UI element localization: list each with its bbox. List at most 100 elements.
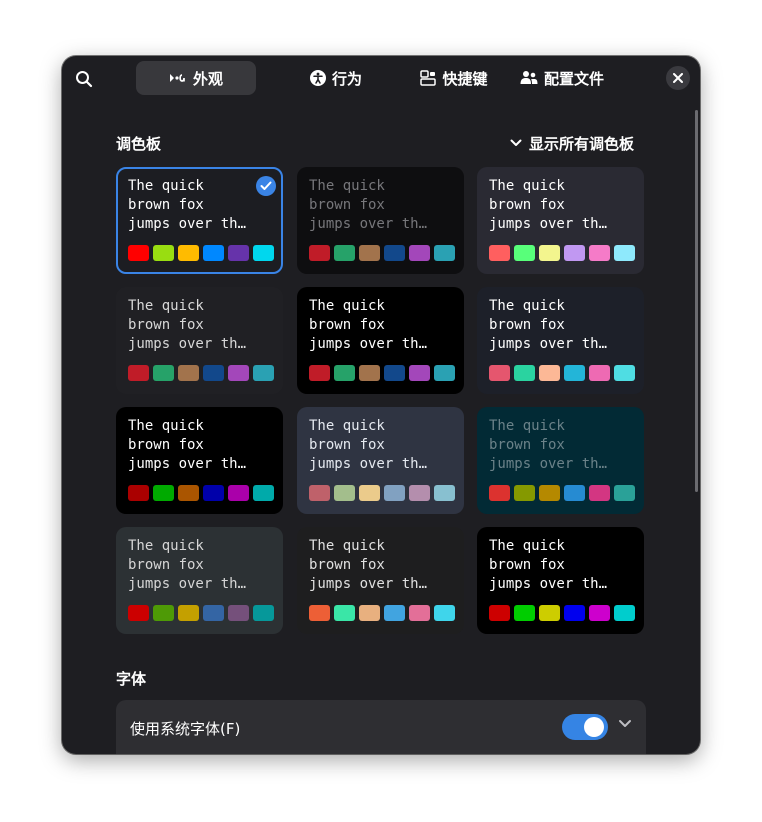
sample-text-line: brown fox [128,317,204,333]
palette-swatches [128,605,274,621]
palette-swatches [309,485,455,501]
scrollbar[interactable] [695,110,698,492]
color-swatch [253,485,274,501]
palette-card[interactable]: The quick brown fox jumps over th… [477,287,644,394]
palette-card[interactable]: The quick brown fox jumps over th… [477,407,644,514]
color-swatch [489,365,510,381]
sample-text-line: jumps over th… [309,456,428,472]
palette-card[interactable]: The quick brown fox jumps over th… [297,287,464,394]
sample-text-line: The quick [309,418,385,434]
switch-knob [584,717,604,737]
color-swatch [153,605,174,621]
palette-sample-text: The quick brown fox jumps over th… [309,177,459,234]
sample-text-line: brown fox [489,557,565,573]
color-swatch [539,365,560,381]
color-swatch [514,245,535,261]
color-swatch [153,245,174,261]
sample-text-line: The quick [309,298,385,314]
tab-appearance-label: 外观 [192,69,223,88]
accessibility-icon [309,70,326,86]
palette-card[interactable]: The quick brown fox jumps over th… [477,167,644,274]
color-swatch [384,365,405,381]
tab-appearance[interactable]: 外观 [136,61,256,95]
sample-text-line: brown fox [489,317,565,333]
color-swatch [253,605,274,621]
palette-card[interactable]: The quick brown fox jumps over th… [116,407,283,514]
header-bar: 外观 行为 快捷键 配置文件 [62,56,700,102]
color-swatch [564,245,585,261]
color-swatch [128,605,149,621]
palette-sample-text: The quick brown fox jumps over th… [489,417,639,474]
color-swatch [153,365,174,381]
palette-card[interactable]: The quick brown fox jumps over th… [477,527,644,634]
palette-card[interactable]: The quick brown fox jumps over th… [297,527,464,634]
palette-card[interactable]: The quick brown fox jumps over th… [116,527,283,634]
sample-text-line: The quick [489,298,565,314]
color-swatch [614,605,635,621]
sample-text-line: The quick [309,178,385,194]
color-swatch [589,365,610,381]
palette-card[interactable]: The quick brown fox jumps over th… [297,167,464,274]
palette-card[interactable]: The quick brown fox jumps over th… [116,287,283,394]
tab-shortcuts-label: 快捷键 [442,69,488,88]
use-system-font-switch[interactable] [562,714,608,740]
color-swatch [409,605,430,621]
use-system-font-row[interactable]: 使用系统字体(F) [116,700,646,754]
palette-sample-text: The quick brown fox jumps over th… [309,537,459,594]
sample-text-line: brown fox [489,437,565,453]
search-button[interactable] [72,67,96,91]
sample-text-line: jumps over th… [489,216,608,232]
color-swatch [334,605,355,621]
color-swatch [228,365,249,381]
close-button[interactable] [666,66,690,90]
sample-text-line: The quick [128,418,204,434]
chevron-down-icon[interactable] [618,719,632,728]
sample-text-line: jumps over th… [309,216,428,232]
color-swatch [178,245,199,261]
palette-card[interactable]: The quick brown fox jumps over th… [116,167,283,274]
color-swatch [309,605,330,621]
sample-text-line: The quick [489,178,565,194]
color-swatch [384,245,405,261]
tab-profiles-label: 配置文件 [543,69,604,88]
palette-card[interactable]: The quick brown fox jumps over th… [297,407,464,514]
color-swatch [253,365,274,381]
color-swatch [128,365,149,381]
sample-text-line: brown fox [128,197,204,213]
palette-swatches [309,245,455,261]
palette-sample-text: The quick brown fox jumps over th… [489,297,639,354]
palette-swatches [128,245,274,261]
sample-text-line: brown fox [128,557,204,573]
color-swatch [434,485,455,501]
sample-text-line: jumps over th… [489,456,608,472]
color-swatch [589,485,610,501]
sample-text-line: jumps over th… [128,576,247,592]
tab-behavior[interactable]: 行为 [284,61,388,95]
color-swatch [434,245,455,261]
tab-shortcuts[interactable]: 快捷键 [398,61,510,95]
color-swatch [228,485,249,501]
color-swatch [384,605,405,621]
show-all-palettes-label: 显示所有调色板 [529,134,635,153]
palette-sample-text: The quick brown fox jumps over th… [309,297,459,354]
color-swatch [514,605,535,621]
chevron-down-icon [510,139,522,146]
color-swatch [178,605,199,621]
tab-profiles[interactable]: 配置文件 [516,61,608,95]
palette-sample-text: The quick brown fox jumps over th… [309,417,459,474]
color-swatch [128,245,149,261]
close-icon [673,73,683,83]
show-all-palettes-button[interactable]: 显示所有调色板 [510,132,634,154]
color-swatch [128,485,149,501]
color-swatch [178,365,199,381]
sample-text-line: The quick [128,298,204,314]
palette-swatches [489,485,635,501]
color-swatch [334,245,355,261]
palette-swatches [128,365,274,381]
color-swatch [359,605,380,621]
sample-text-line: jumps over th… [489,336,608,352]
sample-text-line: brown fox [309,557,385,573]
sample-text-line: The quick [489,418,565,434]
color-swatch [489,245,510,261]
sample-text-line: The quick [309,538,385,554]
